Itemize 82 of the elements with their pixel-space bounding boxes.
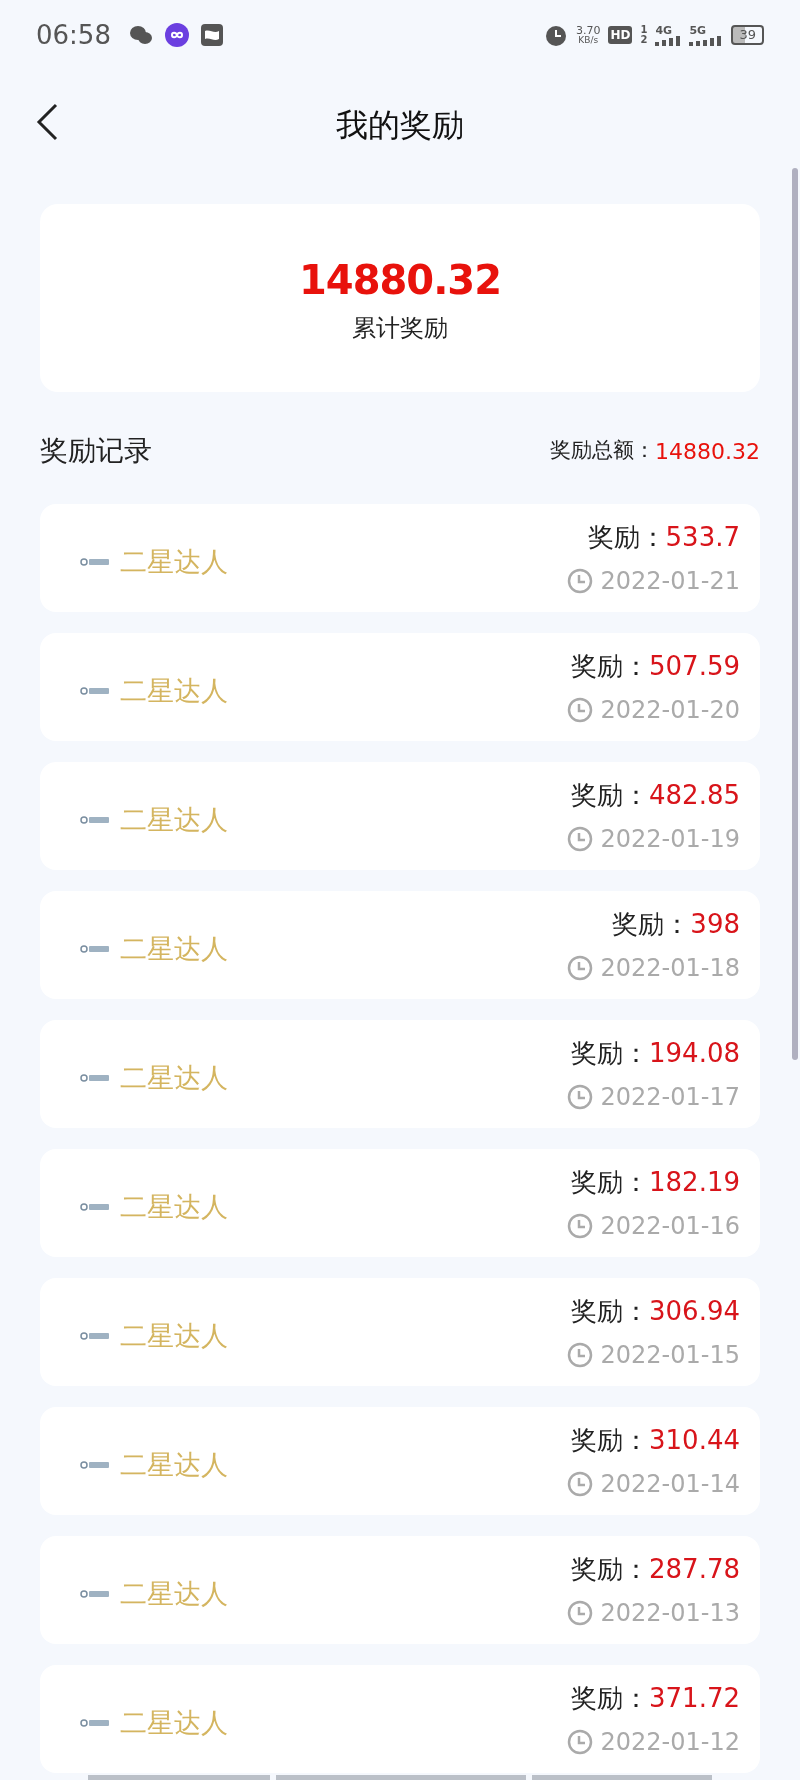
clock-icon — [566, 1083, 593, 1110]
reward-amount: 533.7 — [665, 520, 740, 554]
level-name: 二星达人 — [120, 931, 228, 966]
record-date: 2022-01-14 — [600, 1468, 740, 1500]
reward-label: 奖励： — [571, 1681, 649, 1715]
badge-icon — [80, 1202, 110, 1212]
reward-label: 奖励： — [571, 1423, 649, 1457]
level-name: 二星达人 — [120, 1318, 228, 1353]
record-date: 2022-01-19 — [600, 823, 740, 855]
record-date: 2022-01-12 — [600, 1726, 740, 1758]
record-date: 2022-01-17 — [600, 1081, 740, 1113]
clock-icon — [566, 567, 593, 594]
alarm-icon — [543, 23, 568, 47]
level-name: 二星达人 — [120, 1576, 228, 1611]
chat-icon — [128, 25, 153, 45]
badge-icon — [80, 815, 110, 825]
page-title: 我的奖励 — [336, 105, 464, 146]
sim-number: 2 — [640, 35, 648, 45]
level-name: 二星达人 — [120, 1189, 228, 1224]
clock-icon — [566, 1470, 593, 1497]
section-title: 奖励记录 — [40, 433, 152, 469]
back-icon — [36, 103, 58, 141]
reward-label: 奖励： — [571, 778, 649, 812]
reward-amount: 287.78 — [649, 1552, 740, 1586]
badge-icon — [80, 1589, 110, 1599]
level-name: 二星达人 — [120, 1447, 228, 1482]
battery-indicator: 39 — [731, 25, 764, 45]
clock-icon — [566, 1212, 593, 1239]
signal-icon — [655, 35, 682, 46]
app-icon — [200, 24, 223, 46]
reward-amount: 398 — [690, 907, 740, 941]
clock-icon — [566, 1599, 593, 1626]
level-name: 二星达人 — [120, 673, 228, 708]
clock-icon — [566, 1341, 593, 1368]
level-name: 二星达人 — [120, 1060, 228, 1095]
hd-badge: HD — [608, 26, 633, 44]
badge-icon — [80, 944, 110, 954]
reward-label: 奖励： — [571, 1165, 649, 1199]
reward-label: 奖励： — [571, 1552, 649, 1586]
record-date: 2022-01-18 — [600, 952, 740, 984]
reward-amount: 482.85 — [649, 778, 740, 812]
network-label: 4G — [655, 24, 674, 36]
badge-icon — [80, 557, 110, 567]
clock-icon — [566, 696, 593, 723]
badge-icon — [80, 1718, 110, 1728]
record-date: 2022-01-21 — [600, 565, 740, 597]
total-label: 奖励总额： — [550, 437, 655, 465]
record-date: 2022-01-13 — [600, 1597, 740, 1629]
infinity-icon — [164, 23, 189, 47]
level-name: 二星达人 — [120, 1705, 228, 1740]
record-date: 2022-01-20 — [600, 694, 740, 726]
total-value: 14880.32 — [655, 437, 760, 466]
badge-icon — [80, 1460, 110, 1470]
status-time: 06:58 — [36, 18, 111, 52]
network-label: 5G — [689, 24, 708, 36]
reward-amount: 306.94 — [649, 1294, 740, 1328]
badge-icon — [80, 1073, 110, 1083]
summary-label: 累计奖励 — [352, 313, 448, 344]
record-date: 2022-01-16 — [600, 1210, 740, 1242]
speed-value: 3.70 — [575, 25, 601, 36]
reward-label: 奖励： — [571, 649, 649, 683]
speed-unit: KB/s — [578, 36, 599, 45]
reward-label: 奖励： — [571, 1294, 649, 1328]
reward-label: 奖励： — [612, 907, 691, 941]
sim-number: 1 — [640, 25, 648, 35]
reward-amount: 310.44 — [649, 1423, 740, 1457]
badge-icon — [80, 686, 110, 696]
badge-icon — [80, 1331, 110, 1341]
reward-amount: 507.59 — [649, 649, 740, 683]
reward-amount: 182.19 — [649, 1165, 740, 1199]
clock-icon — [566, 825, 593, 852]
reward-label: 奖励： — [571, 1036, 649, 1070]
clock-icon — [566, 954, 593, 981]
level-name: 二星达人 — [120, 802, 228, 837]
clock-icon — [566, 1728, 593, 1755]
signal-icon — [689, 35, 724, 46]
level-name: 二星达人 — [120, 544, 228, 579]
total-amount: 14880.32 — [299, 256, 501, 305]
reward-amount: 194.08 — [649, 1036, 740, 1070]
reward-label: 奖励： — [587, 520, 666, 554]
reward-amount: 371.72 — [649, 1681, 740, 1715]
record-date: 2022-01-15 — [600, 1339, 740, 1371]
